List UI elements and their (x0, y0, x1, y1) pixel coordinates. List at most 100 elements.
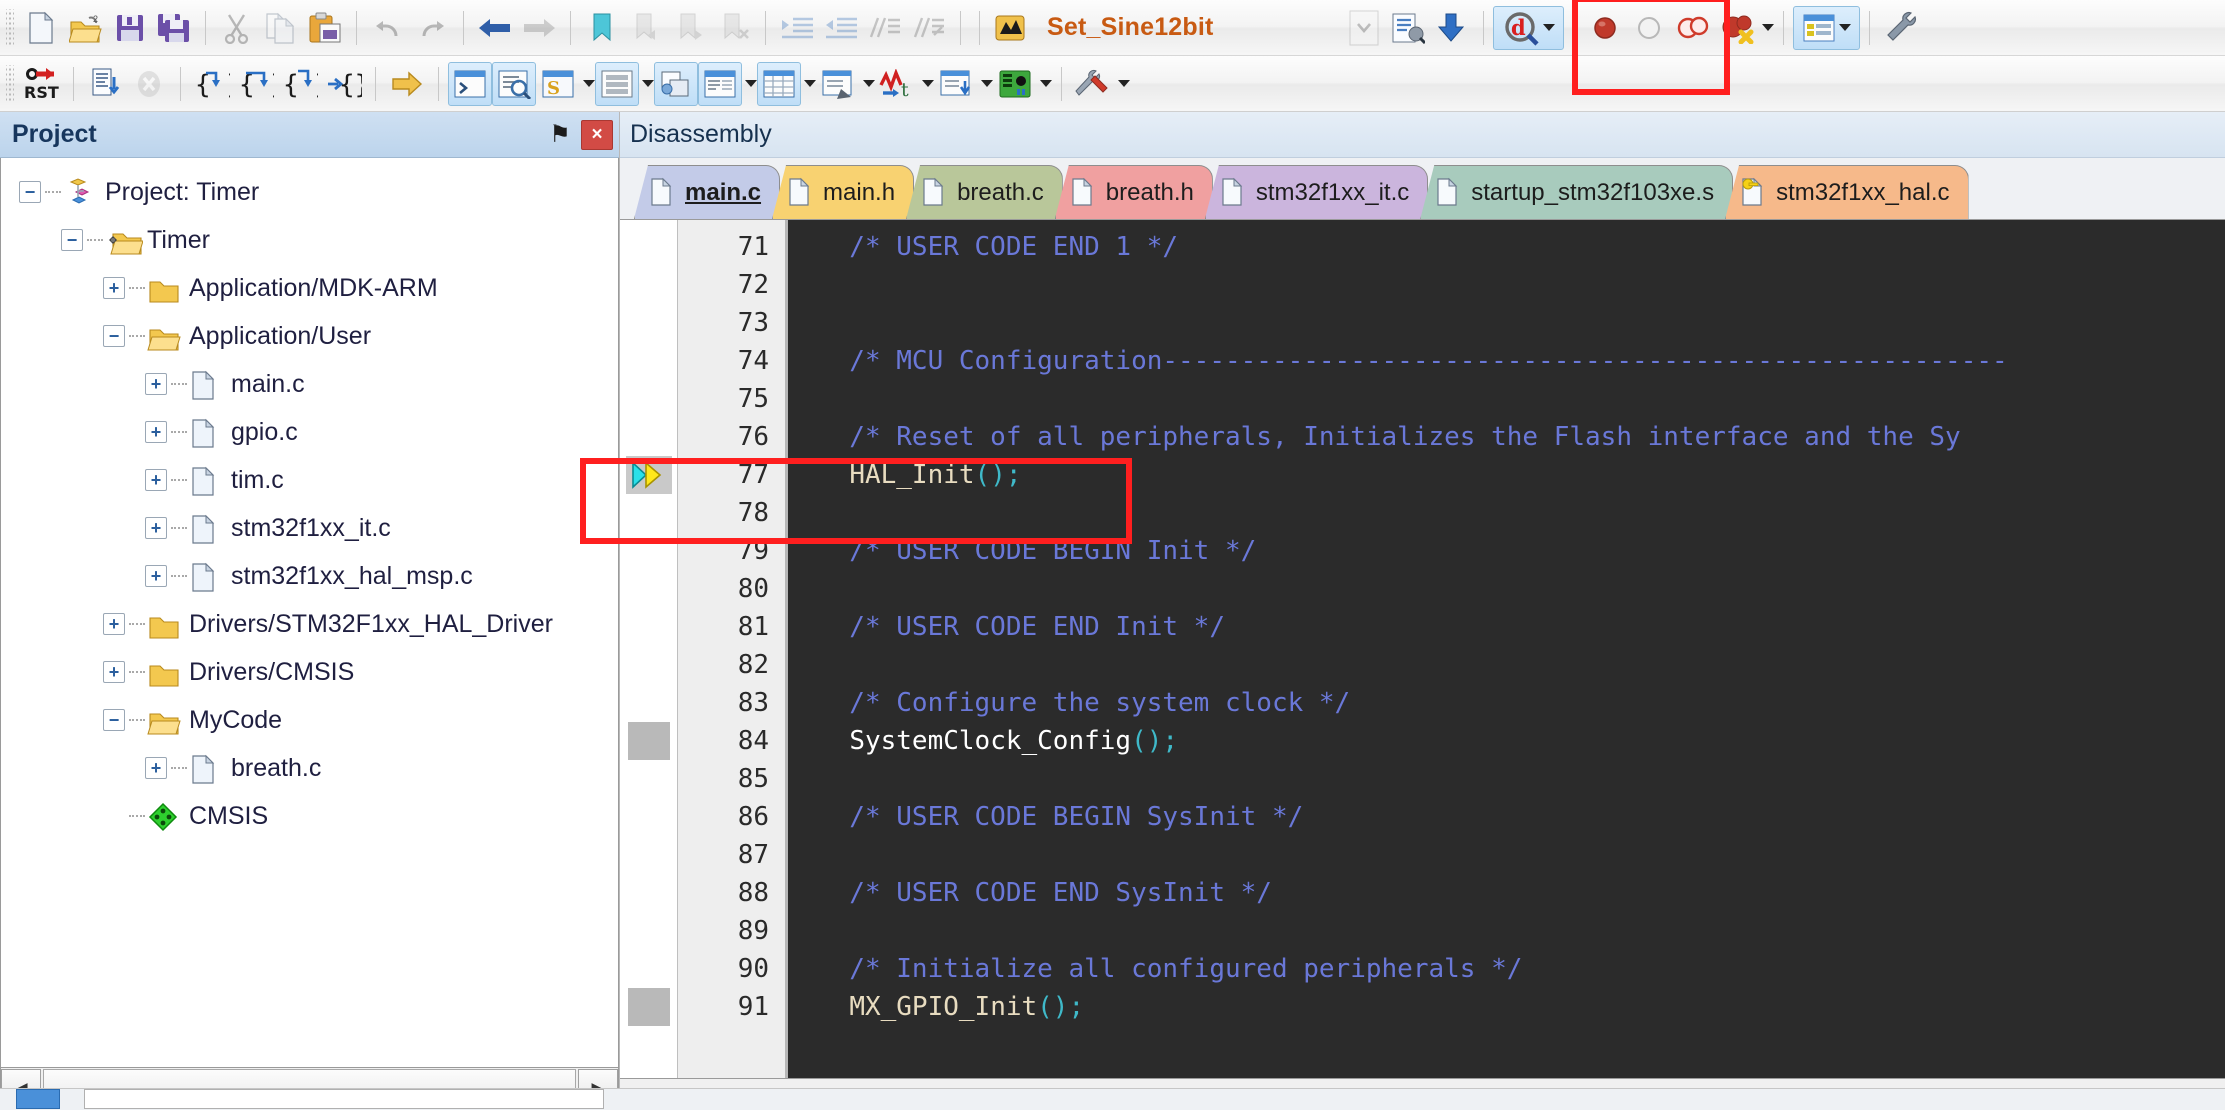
source-code-text[interactable]: /* USER CODE END 1 */ /* MCU Configurati… (788, 220, 2225, 1078)
code-view[interactable]: 71 72 73 74 75 76 77 78 79 80 81 82 83 84 85 86 87 88 89 90… (620, 220, 2225, 1078)
collapse-icon[interactable]: − (103, 325, 125, 347)
run-to-cursor-icon[interactable]: {} (322, 62, 366, 106)
serial-windows-icon[interactable] (816, 62, 860, 106)
comment-block-icon[interactable] (863, 6, 907, 50)
tree-item-tim-c[interactable]: + tim.c (1, 456, 618, 504)
tree-item-cmsis[interactable]: CMSIS (1, 792, 618, 840)
collapse-icon[interactable]: − (103, 709, 125, 731)
disable-breakpoint-icon[interactable] (1627, 6, 1671, 50)
watch-windows-icon[interactable] (698, 61, 742, 106)
code-line[interactable]: /* USER CODE BEGIN Init */ (818, 532, 2225, 570)
navigate-forward-icon[interactable] (517, 6, 561, 50)
expand-icon[interactable]: + (103, 661, 125, 683)
bookmark-next-icon[interactable] (668, 6, 712, 50)
expand-icon[interactable]: + (145, 373, 167, 395)
save-icon[interactable] (108, 6, 152, 50)
configure-tools-icon[interactable] (1879, 6, 1923, 50)
memory-windows-caret[interactable] (804, 80, 816, 87)
symbols-window-icon[interactable]: S (536, 62, 580, 106)
code-line[interactable]: /* USER CODE END 1 */ (818, 228, 2225, 266)
code-line[interactable]: /* USER CODE END Init */ (818, 608, 2225, 646)
memory-windows-icon[interactable] (757, 61, 801, 106)
tree-item-breath-c[interactable]: + breath.c (1, 744, 618, 792)
code-line[interactable]: /* Reset of all peripherals, Initializes… (818, 418, 2225, 456)
symbols-window-caret[interactable] (583, 80, 595, 87)
toolbar-grip-2[interactable] (6, 64, 14, 103)
expand-icon[interactable]: + (103, 613, 125, 635)
analysis-windows-caret[interactable] (922, 80, 934, 87)
code-line[interactable] (818, 912, 2225, 950)
kill-all-breakpoints-icon[interactable] (1715, 6, 1759, 50)
tree-item-drivers-cmsis[interactable]: + Drivers/CMSIS (1, 648, 618, 696)
tree-item-project-timer[interactable]: − Project: Timer (1, 168, 618, 216)
tree-item-mycode[interactable]: − MyCode (1, 696, 618, 744)
reset-cpu-icon[interactable]: RST (20, 62, 64, 106)
collapse-icon[interactable]: − (61, 229, 83, 251)
manage-components-icon[interactable] (1792, 5, 1860, 50)
bookmark-toggle-icon[interactable] (580, 6, 624, 50)
code-line[interactable]: /* Initialize all configured peripherals… (818, 950, 2225, 988)
editor-tab-stm32f1xx-hal-c[interactable]: stm32f1xx_hal.c (1725, 165, 1969, 219)
code-line[interactable]: /* USER CODE BEGIN SysInit */ (818, 798, 2225, 836)
tree-item-main-c[interactable]: + main.c (1, 360, 618, 408)
editor-tabbar[interactable]: main.c main.h breath.c breath.h stm32f1xx_it… (620, 158, 2225, 220)
editor-tab-breath-h[interactable]: breath.h (1054, 165, 1213, 219)
insert-breakpoint-icon[interactable] (1583, 6, 1627, 50)
kill-all-breakpoints-dropdown-caret[interactable] (1761, 24, 1774, 31)
pin-icon[interactable]: ⚑ (545, 120, 575, 150)
toolbar-grip[interactable] (6, 8, 14, 47)
expand-icon[interactable]: + (145, 517, 167, 539)
download-flash-icon[interactable] (1430, 6, 1474, 50)
target-select-dropdown[interactable] (1342, 6, 1386, 50)
navigate-back-icon[interactable] (473, 6, 517, 50)
code-line[interactable]: MX_GPIO_Init(); (818, 988, 2225, 1026)
code-line[interactable]: SystemClock_Config(); (818, 722, 2225, 760)
tree-item-gpio-c[interactable]: + gpio.c (1, 408, 618, 456)
code-line[interactable]: /* MCU Configuration--------------------… (818, 342, 2225, 380)
code-line[interactable] (818, 646, 2225, 684)
step-out-icon[interactable]: { } (278, 62, 322, 106)
code-line[interactable] (818, 570, 2225, 608)
system-viewer-caret[interactable] (1040, 80, 1052, 87)
run-icon[interactable] (83, 62, 127, 106)
manage-components-dropdown-caret[interactable] (1838, 24, 1851, 31)
system-viewer-icon[interactable] (993, 62, 1037, 106)
bookmark-prev-icon[interactable] (624, 6, 668, 50)
undo-icon[interactable] (366, 6, 410, 50)
show-next-statement-icon[interactable] (385, 62, 429, 106)
tree-item-application-user[interactable]: − Application/User (1, 312, 618, 360)
code-line[interactable]: HAL_Init(); (818, 456, 2225, 494)
disassembly-window-icon[interactable] (492, 61, 536, 106)
cut-icon[interactable] (215, 6, 259, 50)
tree-item-timer[interactable]: − Timer (1, 216, 618, 264)
toolbox-icon[interactable] (1071, 62, 1115, 106)
code-line[interactable]: /* USER CODE END SysInit */ (818, 874, 2225, 912)
save-all-icon[interactable] (152, 6, 196, 50)
uncomment-block-icon[interactable] (907, 6, 951, 50)
tree-item-drivers-stm32f1xx-hal-driver[interactable]: + Drivers/STM32F1xx_HAL_Driver (1, 600, 618, 648)
disable-all-breakpoints-icon[interactable] (1671, 6, 1715, 50)
breakpoint-slot[interactable] (628, 722, 670, 760)
code-line[interactable] (818, 266, 2225, 304)
breakpoint-gutter[interactable] (620, 220, 678, 1078)
indent-left-icon[interactable] (819, 6, 863, 50)
indent-right-icon[interactable] (775, 6, 819, 50)
editor-tab-breath-c[interactable]: breath.c (906, 165, 1063, 219)
editor-tab-stm32f1xx-it-c[interactable]: stm32f1xx_it.c (1204, 165, 1429, 219)
expand-icon[interactable]: + (145, 469, 167, 491)
registers-window-icon[interactable] (595, 61, 639, 106)
watch-windows-caret[interactable] (745, 80, 757, 87)
trace-windows-icon[interactable] (934, 62, 978, 106)
collapse-icon[interactable]: − (19, 181, 41, 203)
registers-window-caret[interactable] (642, 80, 654, 87)
target-options-icon[interactable] (1386, 6, 1430, 50)
start-debug-icon[interactable]: d (1492, 5, 1564, 50)
expand-icon[interactable]: + (103, 277, 125, 299)
editor-tab-main-h[interactable]: main.h (772, 165, 915, 219)
start-debug-dropdown-caret[interactable] (1542, 24, 1555, 31)
copy-icon[interactable] (259, 6, 303, 50)
code-line[interactable] (818, 494, 2225, 532)
redo-icon[interactable] (410, 6, 454, 50)
step-into-icon[interactable]: { } (190, 62, 234, 106)
call-stack-window-icon[interactable] (654, 61, 698, 106)
